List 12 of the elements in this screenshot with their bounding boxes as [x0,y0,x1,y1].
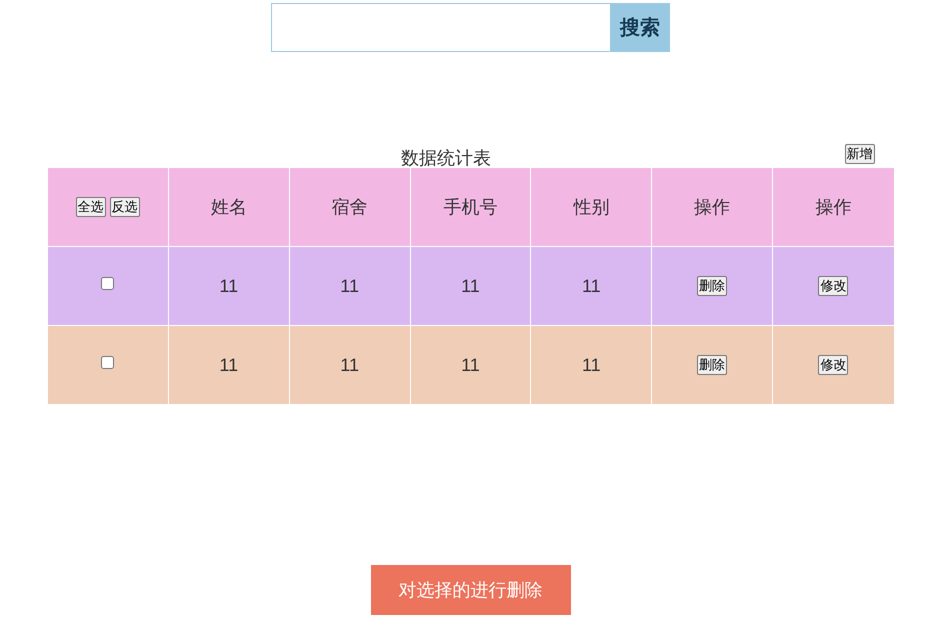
search-field[interactable] [271,3,610,52]
delete-button[interactable]: 删除 [697,355,728,375]
edit-button[interactable]: 修改 [818,276,848,296]
row-checkbox[interactable] [101,356,114,369]
table-title: 数据统计表 [400,147,492,170]
delete-button[interactable]: 删除 [697,276,728,296]
search-button[interactable]: 搜索 [610,3,670,52]
invert-selection-button[interactable]: 反选 [110,197,140,217]
row-checkbox[interactable] [101,277,114,290]
select-all-button[interactable]: 全选 [76,197,106,217]
edit-button[interactable]: 修改 [818,355,848,375]
add-button[interactable]: 新增 [844,144,874,164]
